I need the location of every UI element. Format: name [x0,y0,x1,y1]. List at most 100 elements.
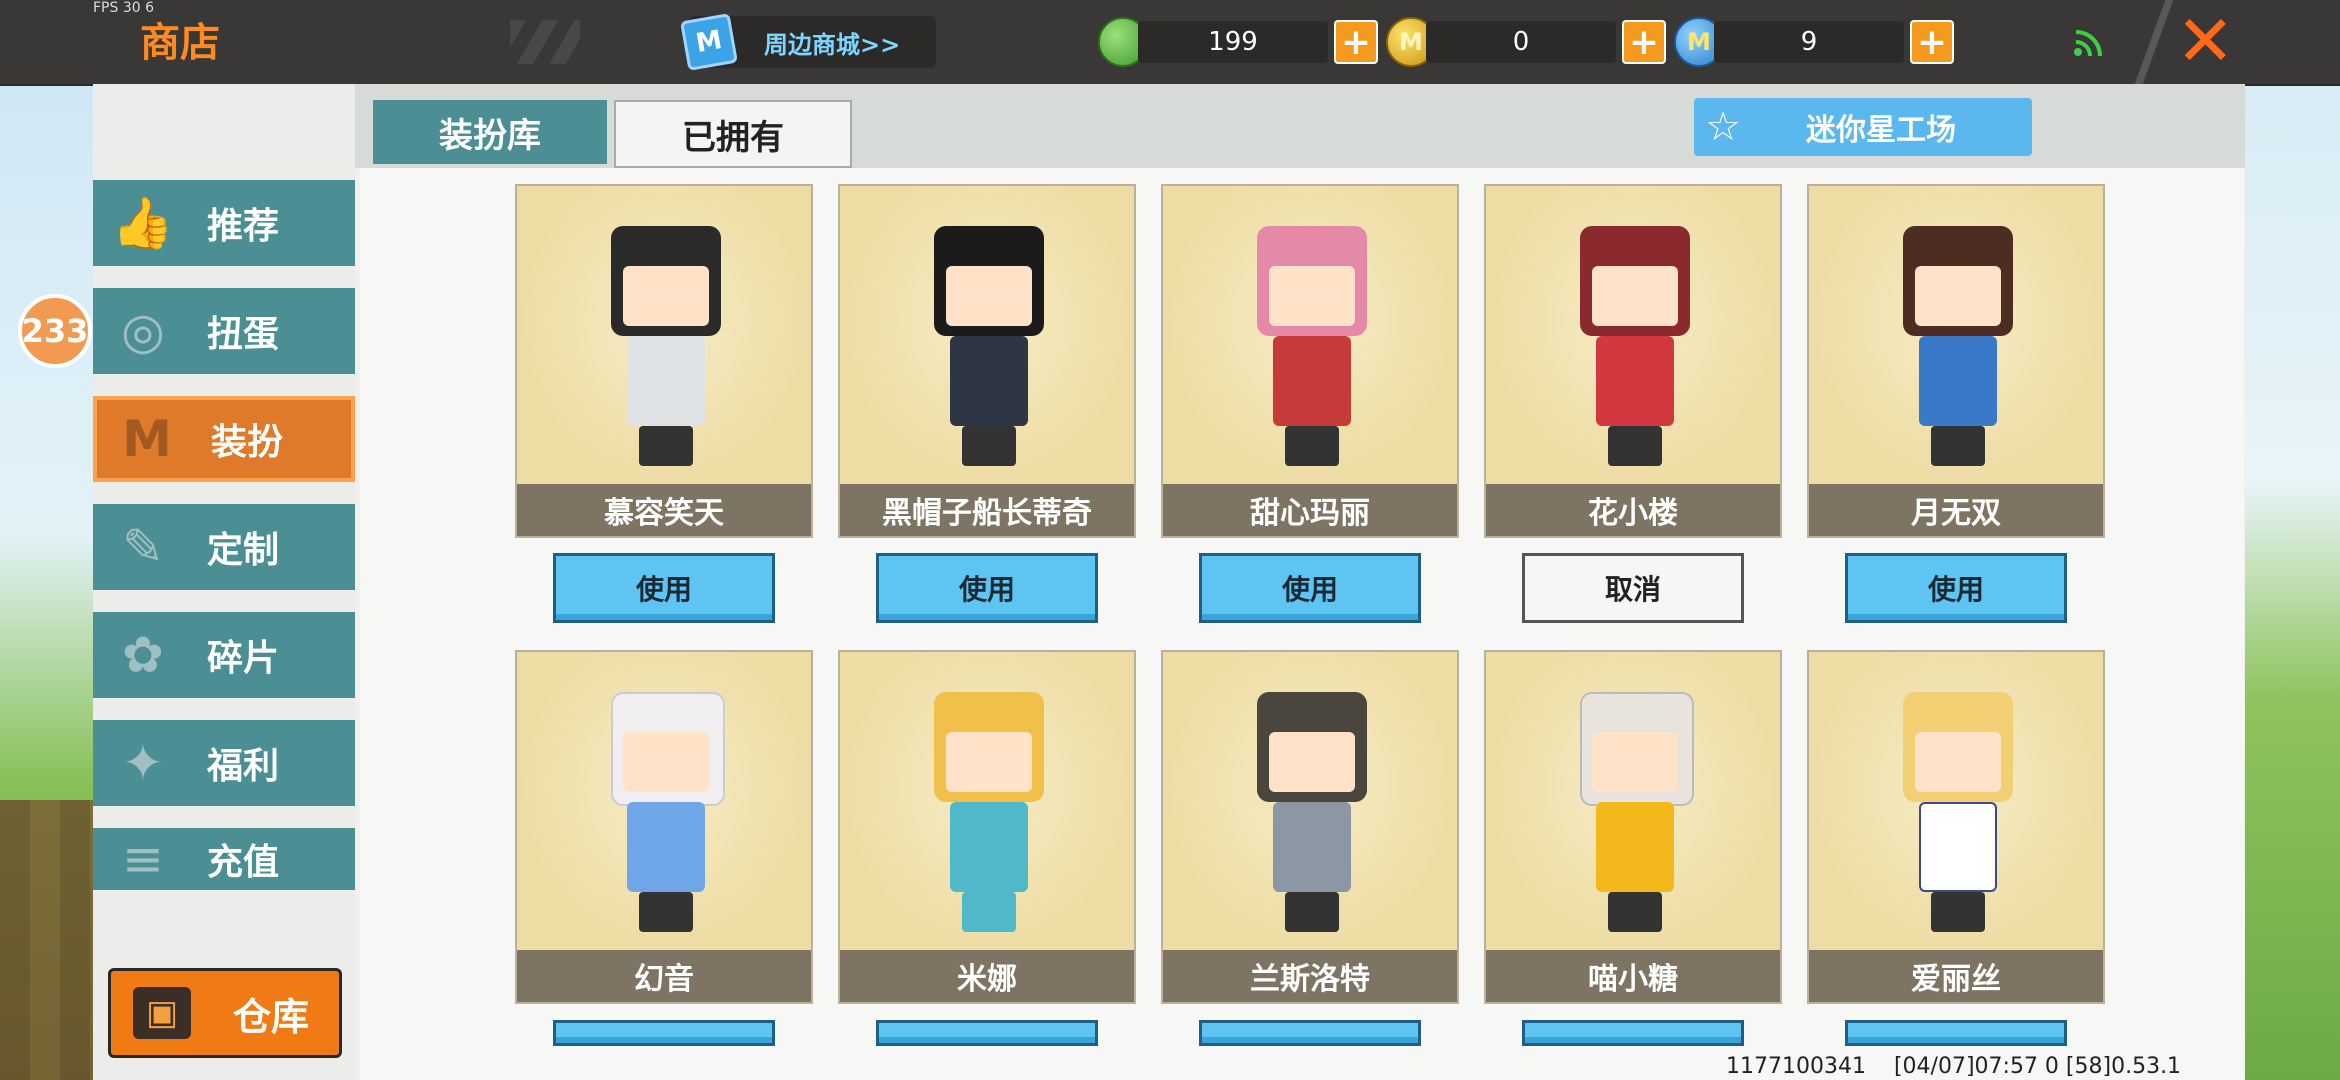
page-title: 商店 [140,20,220,66]
face [1915,732,2001,792]
character-figure [1893,226,2023,466]
currency-gold-coin: M 0 + [1386,14,1666,70]
use-button[interactable]: 使用 [553,553,775,623]
outfit [950,336,1028,426]
legs [962,426,1016,466]
skin-card[interactable]: 兰斯洛特 [1161,650,1459,1004]
legs [639,892,693,932]
user-id: 1177100341 [1726,1054,1866,1079]
blue-coin-amount: 9 [1714,21,1904,63]
signal-icon [2072,28,2106,66]
fragment-icon: ✿ [122,626,164,684]
pencil-icon: ✎ [122,518,164,576]
outfit [1919,336,1997,426]
warehouse-label: 仓库 [233,994,310,1039]
sidebar-item-label: 扭蛋 [207,314,280,355]
use-button[interactable]: 使用 [1845,553,2067,623]
legs [1285,892,1339,932]
mini-star-workshop-button[interactable]: ☆ 迷你星工场 [1694,98,2032,156]
skin-card[interactable]: 幻音 [515,650,813,1004]
sidebar-item-recharge[interactable]: ≡ 充值 [93,828,355,890]
skin-name: 月无双 [1809,484,2103,536]
character-figure [1893,692,2023,932]
face [946,732,1032,792]
legs [1608,892,1662,932]
sidebar-item-label: 装扮 [211,422,284,463]
skin-name: 爱丽丝 [1809,950,2103,1002]
use-button[interactable]: 使用 [876,1020,1098,1046]
skin-card[interactable]: 月无双 [1807,184,2105,538]
add-gold-coin-button[interactable]: + [1622,20,1666,64]
character-figure [924,692,1054,932]
skin-name: 甜心玛丽 [1163,484,1457,536]
sidebar-item-fragments[interactable]: ✿ 碎片 [93,612,355,698]
outfit [627,802,705,892]
character-figure [1247,226,1377,466]
outfit [1273,802,1351,892]
skin-name: 米娜 [840,950,1134,1002]
outfit [1273,336,1351,426]
use-button[interactable]: 使用 [1199,553,1421,623]
shopping-bag-icon: M [680,13,738,71]
skin-card[interactable]: 喵小糖 [1484,650,1782,1004]
sidebar-item-customize[interactable]: ✎ 定制 [93,504,355,590]
tab-outfit-library[interactable]: 装扮库 [373,100,607,164]
legs [1931,426,1985,466]
merch-mall-label: 周边商城>> [764,30,901,59]
skin-card[interactable]: 爱丽丝 [1807,650,2105,1004]
version-info: [04/07]07:57 0 [58]0.53.1 [1893,1054,2182,1079]
skin-name: 花小楼 [1486,484,1780,536]
legs [1931,892,1985,932]
add-blue-coin-button[interactable]: + [1910,20,1954,64]
thumbs-up-icon: 👍 [111,193,175,252]
workshop-label: 迷你星工场 [1806,113,1956,148]
merch-mall-button[interactable]: M 周边商城>> [680,13,936,71]
character-figure [1247,692,1377,932]
sidebar-item-gacha[interactable]: ◎ 扭蛋 [93,288,355,374]
divider [2134,0,2174,84]
sidebar-item-label: 定制 [207,530,280,571]
chest-icon: ▣ [133,987,191,1039]
skin-name: 幻音 [517,950,811,1002]
use-button[interactable]: 使用 [1522,1020,1744,1046]
sidebar-item-label: 充值 [207,842,280,883]
game-world-right [2245,84,2340,1080]
skin-card[interactable]: 慕容笑天 [515,184,813,538]
top-bar: FPS 30 6 商店 M 周边商城>> 199 + M 0 + M 9 + ✕ [0,0,2340,86]
notification-badge: 233 [18,294,92,368]
add-green-gem-button[interactable]: + [1334,20,1378,64]
sidebar-item-recommend[interactable]: 👍 推荐 [93,180,355,266]
outfit [1919,802,1997,892]
use-button[interactable]: 使用 [1845,1020,2067,1046]
tab-owned[interactable]: 已拥有 [614,100,852,168]
use-button[interactable]: 使用 [1199,1020,1421,1046]
sidebar-item-welfare[interactable]: ✦ 福利 [93,720,355,806]
skin-card[interactable]: 黑帽子船长蒂奇 [838,184,1136,538]
sidebar-item-outfits[interactable]: M 装扮 [93,396,355,482]
skin-name: 黑帽子船长蒂奇 [840,484,1134,536]
sidebar-item-label: 福利 [207,746,280,787]
skin-name: 慕容笑天 [517,484,811,536]
gacha-icon: ◎ [121,302,165,360]
warehouse-button[interactable]: ▣ 仓库 [108,968,342,1058]
use-button[interactable]: 使用 [553,1020,775,1046]
skin-card[interactable]: 甜心玛丽 [1161,184,1459,538]
use-button[interactable]: 使用 [876,553,1098,623]
star-icon: ☆ [1705,104,1741,150]
character-figure [1570,226,1700,466]
coins-icon: ≡ [122,830,164,888]
shirt-icon: M [122,410,172,468]
face [1269,266,1355,326]
close-icon[interactable]: ✕ [2176,6,2235,76]
legs [639,426,693,466]
skin-card[interactable]: 米娜 [838,650,1136,1004]
currency-blue-coin: M 9 + [1674,14,1954,70]
character-figure [924,226,1054,466]
skin-card[interactable]: 花小楼 [1484,184,1782,538]
build-info: 1177100341 [04/07]07:57 0 [58]0.53.1 [1726,1054,2181,1079]
currency-green-gem: 199 + [1098,14,1378,70]
legs [1285,426,1339,466]
character-figure [601,226,731,466]
cancel-button[interactable]: 取消 [1522,553,1744,623]
character-figure [1570,692,1700,932]
